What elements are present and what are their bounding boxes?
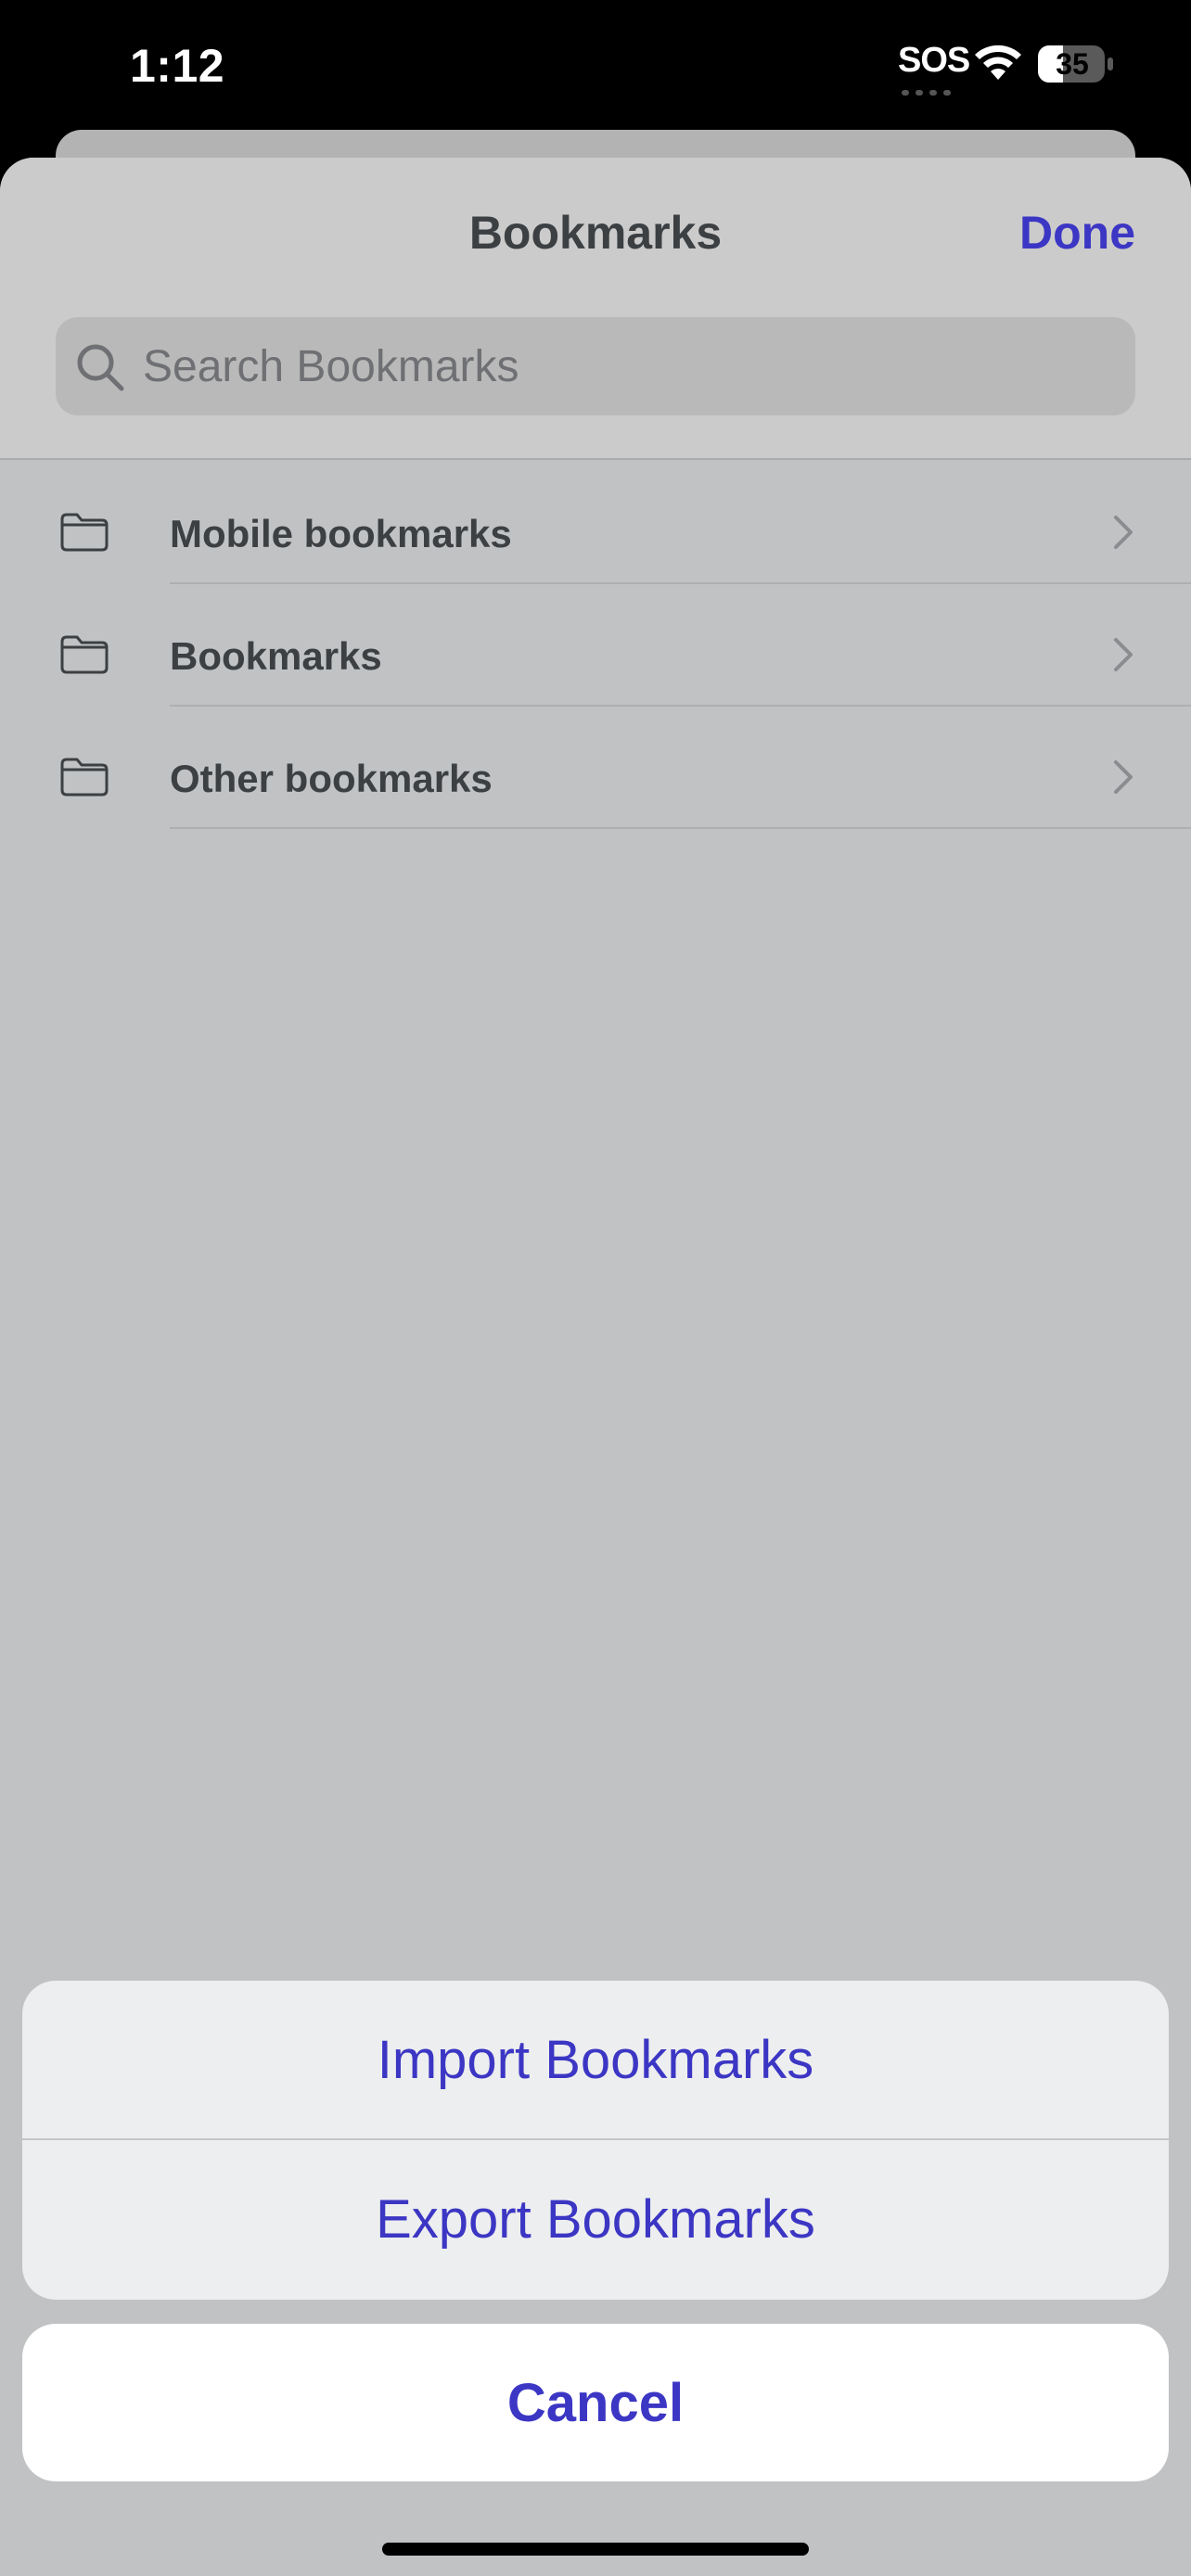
folder-icon	[60, 513, 109, 552]
battery-icon: 35	[1037, 45, 1115, 83]
chevron-right-icon	[1114, 516, 1133, 549]
home-indicator[interactable]	[382, 2543, 809, 2556]
status-bar: 1:12 SOS 35	[0, 0, 1191, 130]
done-button[interactable]: Done	[1019, 206, 1135, 260]
action-sheet: Import Bookmarks Export Bookmarks	[22, 1981, 1169, 2300]
cancel-button[interactable]: Cancel	[22, 2324, 1169, 2481]
search-icon	[77, 344, 124, 391]
folder-icon	[60, 758, 109, 797]
folder-label: Mobile bookmarks	[170, 512, 512, 555]
row-divider	[170, 827, 1191, 829]
sos-indicator: SOS	[898, 41, 970, 80]
page-title: Bookmarks	[468, 207, 723, 259]
folder-icon	[60, 635, 109, 674]
screen: 1:12 SOS 35 Bookmarks Done Search Bookma…	[0, 0, 1191, 2576]
chevron-right-icon	[1114, 638, 1133, 671]
search-bar[interactable]	[56, 317, 1135, 415]
battery-level: 35	[1056, 47, 1089, 81]
search-input[interactable]	[143, 317, 1117, 415]
folder-row-other-bookmarks[interactable]: Other bookmarks	[0, 707, 1191, 829]
status-time: 1:12	[130, 40, 225, 92]
sheet-header: Bookmarks Done	[0, 158, 1191, 460]
export-bookmarks-button[interactable]: Export Bookmarks	[22, 2140, 1169, 2298]
folder-row-mobile-bookmarks[interactable]: Mobile bookmarks	[0, 462, 1191, 584]
folder-label: Bookmarks	[170, 634, 382, 678]
signal-dots	[902, 83, 959, 96]
chevron-right-icon	[1114, 760, 1133, 794]
import-bookmarks-button[interactable]: Import Bookmarks	[22, 1981, 1169, 2138]
wifi-icon	[975, 45, 1021, 80]
folder-label: Other bookmarks	[170, 757, 493, 800]
folder-list: Mobile bookmarks Bookmarks Other bookmar…	[0, 462, 1191, 829]
folder-row-bookmarks[interactable]: Bookmarks	[0, 584, 1191, 707]
